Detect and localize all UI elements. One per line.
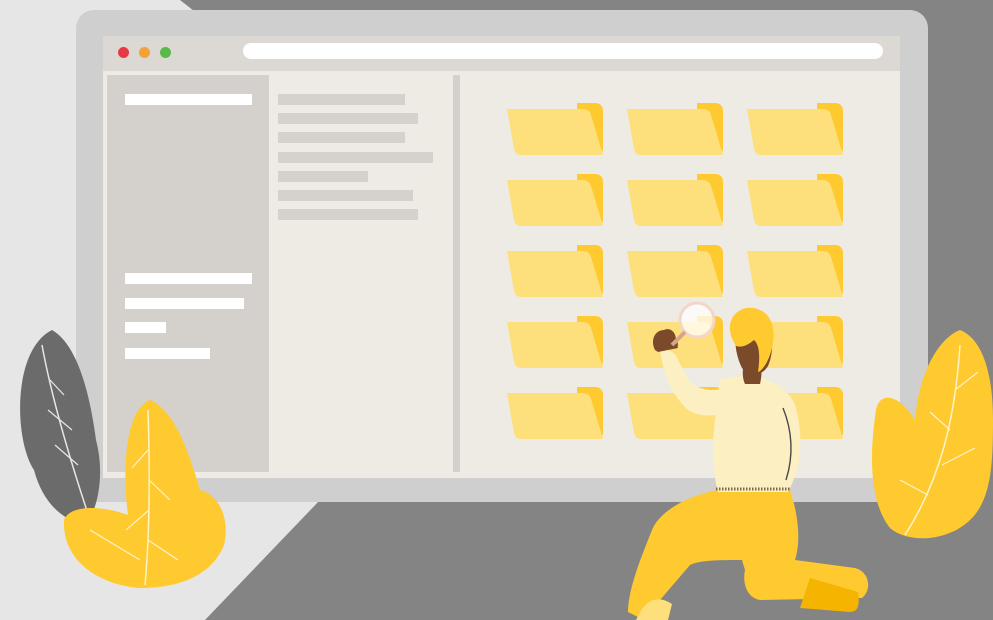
leaf-gray-left: [20, 330, 101, 525]
leaf-yellow-right: [871, 330, 993, 539]
magnifier-icon: [678, 301, 716, 339]
illustration: [20, 301, 993, 620]
person-illustration: [628, 301, 869, 620]
